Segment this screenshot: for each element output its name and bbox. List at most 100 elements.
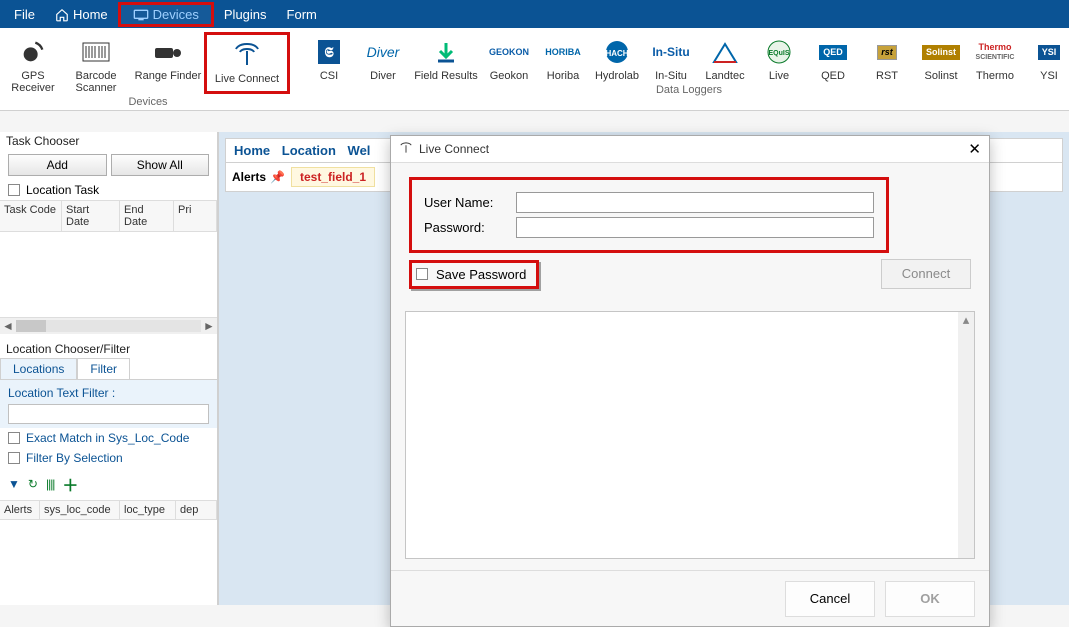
col-end-date[interactable]: End Date — [120, 201, 174, 231]
scroll-right-icon[interactable]: ► — [201, 319, 217, 333]
svg-text:HACH: HACH — [605, 49, 628, 58]
qed-icon: QED — [819, 36, 847, 68]
barcode-scanner-button[interactable]: Barcode Scanner — [60, 32, 132, 94]
password-input[interactable] — [516, 217, 874, 238]
insitu-button[interactable]: In-SituIn-Situ — [644, 32, 698, 82]
crumb-home[interactable]: Home — [234, 143, 270, 158]
location-task-checkbox[interactable] — [8, 184, 20, 196]
scroll-track[interactable] — [16, 320, 201, 332]
refresh-icon[interactable]: ↻ — [28, 477, 38, 491]
crumb-well[interactable]: Wel — [348, 143, 371, 158]
col-loc-type[interactable]: loc_type — [120, 501, 176, 519]
ok-button[interactable]: OK — [885, 581, 975, 617]
menu-form[interactable]: Form — [277, 3, 327, 26]
menu-devices[interactable]: Devices — [118, 2, 214, 27]
filter-by-selection-row[interactable]: Filter By Selection — [0, 448, 217, 468]
location-grid-header: Alerts sys_loc_code loc_type dep — [0, 500, 217, 520]
crumb-location[interactable]: Location — [282, 143, 336, 158]
task-grid-body[interactable] — [0, 232, 217, 318]
task-grid-header: Task Code Start Date End Date Pri — [0, 200, 217, 232]
dialog-log-area: ▴ — [405, 311, 975, 559]
thermo-button[interactable]: ThermoSCIENTIFICThermo — [968, 32, 1022, 82]
landtec-button[interactable]: Landtec — [698, 32, 752, 82]
add-task-button[interactable]: Add — [8, 154, 107, 176]
rst-label: RST — [876, 70, 898, 82]
solinst-button[interactable]: SolinstSolinst — [914, 32, 968, 82]
live2-label: Live — [769, 70, 789, 82]
hydrolab-button[interactable]: HACHHydrolab — [590, 32, 644, 82]
menu-home-label: Home — [73, 7, 108, 22]
task-chooser-title: Task Chooser — [0, 132, 217, 150]
connect-button[interactable]: Connect — [881, 259, 971, 289]
barcode-small-icon[interactable]: |||| — [46, 477, 54, 491]
pin-icon[interactable]: 📌 — [270, 170, 285, 184]
user-name-input[interactable] — [516, 192, 874, 213]
cancel-button[interactable]: Cancel — [785, 581, 875, 617]
exact-match-label: Exact Match in Sys_Loc_Code — [26, 431, 189, 445]
csi-button[interactable]: 𝕾 CSI — [302, 32, 356, 82]
location-text-filter-input[interactable] — [8, 404, 209, 424]
location-filter-body: Location Text Filter : — [0, 379, 217, 428]
funnel-icon[interactable]: ▼ — [8, 477, 20, 491]
exact-match-checkbox[interactable] — [8, 432, 20, 444]
live-label: Live Connect — [215, 73, 279, 85]
filter-by-selection-checkbox[interactable] — [8, 452, 20, 464]
dialog-titlebar: Live Connect ✕ — [391, 136, 989, 163]
save-password-box[interactable]: Save Password — [409, 260, 539, 289]
dataloggers-group-label: Data Loggers — [302, 84, 1069, 96]
live-connect-dialog: Live Connect ✕ User Name: Password: Save… — [390, 135, 990, 627]
field-results-button[interactable]: Field Results — [410, 32, 482, 82]
filter-by-selection-label: Filter By Selection — [26, 451, 123, 465]
col-alerts[interactable]: Alerts — [0, 501, 40, 519]
save-password-checkbox[interactable] — [416, 268, 428, 280]
gps-receiver-button[interactable]: GPS Receiver — [6, 32, 60, 94]
tab-filter[interactable]: Filter — [77, 358, 130, 379]
scroll-thumb[interactable] — [16, 320, 46, 332]
diver-button[interactable]: DiverDiver — [356, 32, 410, 82]
close-icon[interactable]: ✕ — [968, 140, 981, 158]
add-icon[interactable]: ＋ — [62, 472, 78, 496]
horiba-button[interactable]: HORIBAHoriba — [536, 32, 590, 82]
col-task-code[interactable]: Task Code — [0, 201, 62, 231]
location-toolbar: ▼ ↻ |||| ＋ — [0, 468, 217, 500]
csi-label: CSI — [320, 70, 338, 82]
menu-file[interactable]: File — [4, 3, 45, 26]
insitu-icon: In-Situ — [652, 36, 689, 68]
horiba-label: Horiba — [547, 70, 579, 82]
range-finder-button[interactable]: Range Finder — [132, 32, 204, 94]
task-hscroll[interactable]: ◄ ► — [0, 318, 217, 334]
col-sys-loc-code[interactable]: sys_loc_code — [40, 501, 120, 519]
antenna-icon — [232, 39, 262, 71]
scroll-left-icon[interactable]: ◄ — [0, 319, 16, 333]
menu-devices-label: Devices — [153, 7, 199, 22]
live-connect-button[interactable]: Live Connect — [204, 32, 290, 94]
menu-home[interactable]: Home — [45, 2, 118, 26]
gps-label: GPS Receiver — [8, 70, 58, 94]
qed-button[interactable]: QEDQED — [806, 32, 860, 82]
menu-plugins[interactable]: Plugins — [214, 3, 277, 26]
exact-match-row[interactable]: Exact Match in Sys_Loc_Code — [0, 428, 217, 448]
barcode-label: Barcode Scanner — [62, 70, 130, 94]
col-priority[interactable]: Pri — [174, 201, 217, 231]
geokon-button[interactable]: GEOKONGeokon — [482, 32, 536, 82]
col-start-date[interactable]: Start Date — [62, 201, 120, 231]
home-icon — [55, 6, 69, 22]
alerts-label: Alerts — [232, 170, 266, 184]
dialog-vscroll[interactable]: ▴ — [958, 312, 974, 558]
alert-value[interactable]: test_field_1 — [291, 167, 375, 187]
user-name-label: User Name: — [424, 195, 516, 210]
tab-locations[interactable]: Locations — [0, 358, 77, 379]
field-label: Field Results — [414, 70, 478, 82]
camera-icon — [153, 36, 183, 68]
svg-text:EQuIS: EQuIS — [768, 50, 789, 57]
live-datalogger-button[interactable]: EQuIS Live — [752, 32, 806, 82]
location-task-row[interactable]: Location Task — [0, 180, 217, 200]
ysi-button[interactable]: YSIYSI — [1022, 32, 1069, 82]
csi-icon: 𝕾 — [318, 36, 339, 68]
thermo-label: Thermo — [976, 70, 1014, 82]
location-grid-body[interactable] — [0, 520, 217, 605]
diver-label: Diver — [370, 70, 396, 82]
rst-button[interactable]: rstRST — [860, 32, 914, 82]
show-all-button[interactable]: Show All — [111, 154, 210, 176]
col-dep[interactable]: dep — [176, 501, 217, 519]
